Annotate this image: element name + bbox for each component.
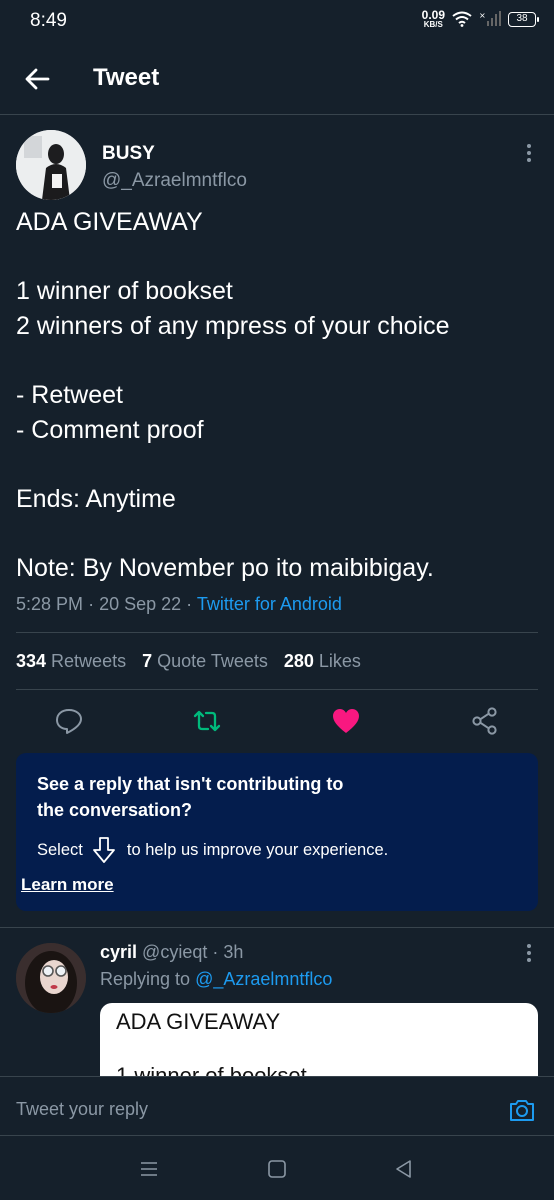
reply-input[interactable]: Tweet your reply	[16, 1099, 148, 1120]
quote-line: ADA GIVEAWAY	[116, 1009, 281, 1034]
system-navigation-bar	[0, 1136, 554, 1200]
home-icon[interactable]	[266, 1158, 288, 1180]
wifi-icon	[452, 11, 472, 27]
retweets-label: Retweets	[51, 650, 127, 671]
status-indicators: 0.09 KB/S × 38	[422, 9, 539, 29]
notice-title: See a reply that isn't contributing to t…	[37, 774, 344, 820]
recent-apps-icon[interactable]	[138, 1158, 160, 1180]
retweets-count: 334	[16, 650, 47, 671]
author-display-name[interactable]: BUSY	[102, 143, 155, 165]
tweet-stats: 334 Retweets 7 Quote Tweets 280 Likes	[16, 632, 538, 690]
replying-to-handle[interactable]: @_Azraelmntflco	[195, 969, 332, 989]
svg-text:×: ×	[479, 11, 486, 20]
tweet-line: 2 winners of any mpress of your choice	[16, 311, 450, 340]
reply-author-avatar[interactable]	[16, 943, 86, 1013]
reply-composer: Tweet your reply	[0, 1076, 554, 1136]
tweet-action-bar	[16, 690, 538, 754]
retweet-icon[interactable]	[192, 706, 222, 736]
camera-icon[interactable]	[508, 1096, 536, 1124]
quote-tweets-label: Quote Tweets	[157, 650, 268, 671]
page-title: Tweet	[93, 64, 160, 91]
tweet-line: - Comment proof	[16, 415, 204, 444]
battery-indicator: 38	[508, 11, 539, 27]
reply-time: 3h	[223, 942, 244, 962]
like-heart-icon[interactable]	[331, 706, 361, 736]
tweet-metadata: 5:28 PM · 20 Sep 22 · Twitter for Androi…	[16, 594, 342, 615]
author-avatar-image	[16, 130, 86, 200]
section-divider	[0, 927, 554, 928]
tweet-line: - Retweet	[16, 380, 123, 409]
notice-instruction: Select to help us improve your experienc…	[37, 835, 388, 865]
tweet-time: 5:28 PM	[16, 594, 84, 614]
tweet-line: Note: By November po ito maibibigay.	[16, 553, 434, 582]
network-speed-unit: KB/S	[423, 20, 443, 29]
tweet-line: ADA GIVEAWAY	[16, 208, 203, 236]
reply-author-name[interactable]: cyril	[100, 942, 137, 962]
tweet-line: Ends: Anytime	[16, 484, 176, 513]
quote-tweets-stat[interactable]: 7 Quote Tweets	[142, 651, 268, 672]
tweet-date: 20 Sep 22	[99, 594, 182, 614]
meta-separator: ·	[88, 594, 100, 614]
tweet-text: ADA GIVEAWAY 1 winner of bookset 2 winne…	[16, 205, 536, 586]
back-arrow-icon[interactable]	[22, 64, 52, 94]
notice-select-text: Select	[37, 840, 83, 859]
top-app-bar: Tweet	[0, 50, 554, 115]
author-handle[interactable]: @_Azraelmntflco	[102, 170, 247, 192]
reply-separator: ·	[212, 942, 224, 962]
tweet-line	[16, 516, 536, 551]
network-speed: 0.09 KB/S	[422, 9, 445, 29]
author-avatar[interactable]	[16, 130, 86, 200]
replying-to: Replying to @_Azraelmntflco	[100, 969, 332, 990]
notice-help-text: to help us improve your experience.	[126, 840, 389, 859]
likes-count: 280	[283, 650, 314, 671]
tweet-line	[16, 447, 536, 482]
retweets-stat[interactable]: 334 Retweets	[16, 651, 126, 672]
meta-separator: ·	[186, 594, 197, 614]
down-arrow-icon	[92, 837, 115, 863]
likes-stat[interactable]: 280 Likes	[284, 651, 361, 672]
status-time: 8:49	[30, 10, 67, 31]
share-icon[interactable]	[470, 706, 500, 736]
back-triangle-icon[interactable]	[393, 1158, 415, 1180]
reply-more-options-icon[interactable]	[524, 942, 534, 964]
tweet-line: 1 winner of bookset	[16, 277, 233, 306]
reply-header: cyril @cyieqt · 3h	[100, 942, 243, 963]
signal-icon: ×	[479, 11, 501, 26]
status-bar: 8:49 0.09 KB/S × 38	[0, 0, 554, 44]
reply-avatar-image	[16, 943, 86, 1013]
tweet-line	[16, 240, 536, 275]
learn-more-link[interactable]: Learn more	[21, 875, 114, 895]
more-options-icon[interactable]	[524, 142, 534, 164]
reply-author-handle[interactable]: @cyieqt	[142, 942, 207, 962]
replying-to-label: Replying to	[100, 969, 191, 989]
tweet-source-link[interactable]: Twitter for Android	[197, 594, 342, 614]
quote-tweets-count: 7	[142, 650, 153, 671]
likes-label: Likes	[318, 650, 361, 671]
reply-icon[interactable]	[54, 706, 84, 736]
tweet-line	[16, 343, 536, 378]
